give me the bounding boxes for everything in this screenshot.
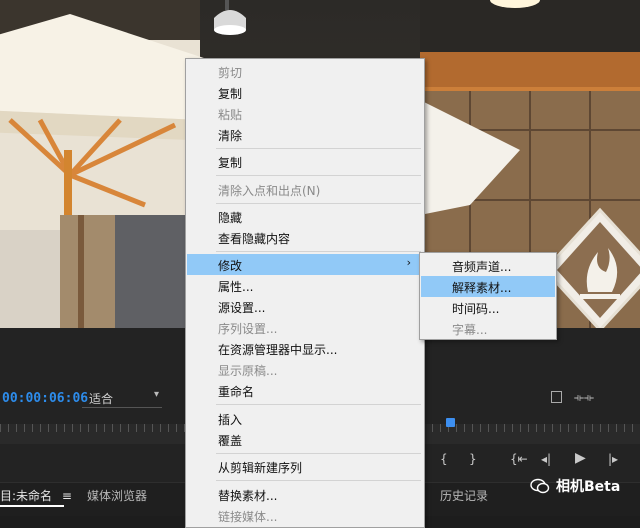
menu-item-rename[interactable]: 重命名	[187, 380, 423, 401]
menu-item-clear-in-out[interactable]: 清除入点和出点(N)	[187, 179, 423, 200]
fit-zoom-select[interactable]: 适合 ▾	[82, 389, 162, 408]
step-forward-icon[interactable]: |▸	[608, 452, 618, 466]
menu-item-clear[interactable]: 清除	[187, 124, 423, 145]
menu-separator	[216, 453, 421, 454]
playhead-marker[interactable]	[446, 418, 455, 427]
menu-item-overwrite[interactable]: 覆盖	[187, 429, 423, 450]
chevron-right-icon: ›	[406, 256, 411, 269]
menu-item-cut[interactable]: 剪切	[187, 61, 423, 82]
playhead-timecode[interactable]: 00:00:06:06	[2, 391, 88, 406]
active-tab-indicator	[0, 505, 64, 507]
menu-item-replace-footage[interactable]: 替换素材...	[187, 484, 423, 505]
menu-item-modify[interactable]: 修改 ›	[187, 254, 423, 275]
menu-item-new-sequence-from-clip[interactable]: 从剪辑新建序列	[187, 456, 423, 477]
menu-item-insert[interactable]: 插入	[187, 408, 423, 429]
step-back-icon[interactable]: ◂|	[541, 452, 551, 466]
menu-item-link-media[interactable]: 链接媒体...	[187, 505, 423, 526]
fit-zoom-value: 适合	[89, 392, 114, 406]
tab-history[interactable]: 历史记录	[440, 487, 488, 504]
film-icon[interactable]	[551, 391, 562, 403]
menu-item-copy[interactable]: 复制	[187, 82, 423, 103]
submenu-item-interpret-footage[interactable]: 解释素材...	[421, 276, 555, 297]
menu-item-properties[interactable]: 属性...	[187, 275, 423, 296]
submenu-item-captions[interactable]: 字幕...	[421, 318, 555, 339]
mark-out-icon[interactable]: }	[469, 452, 477, 466]
menu-item-duplicate[interactable]: 复制	[187, 151, 423, 172]
menu-item-reveal-original[interactable]: 显示原稿...	[187, 359, 423, 380]
menu-item-sequence-settings[interactable]: 序列设置...	[187, 317, 423, 338]
menu-item-paste[interactable]: 粘贴	[187, 103, 423, 124]
context-menu: 剪切 复制 粘贴 清除 复制 清除入点和出点(N) 隐藏 查看隐藏内容 修改 ›…	[185, 58, 425, 528]
menu-separator	[216, 175, 421, 176]
wechat-icon	[530, 478, 550, 494]
tab-media-browser[interactable]: 媒体浏览器	[87, 487, 147, 504]
modify-submenu: 音频声道... 解释素材... 时间码... 字幕...	[419, 252, 557, 340]
menu-item-view-hidden[interactable]: 查看隐藏内容	[187, 227, 423, 248]
menu-item-source-settings[interactable]: 源设置...	[187, 296, 423, 317]
tab-project-label: 目:未命名	[0, 489, 53, 503]
menu-separator	[216, 480, 421, 481]
submenu-item-audio-channels[interactable]: 音频声道...	[421, 255, 555, 276]
go-to-in-icon[interactable]: {⇤	[510, 452, 528, 466]
menu-lines-icon[interactable]: ≡	[62, 489, 72, 503]
mark-in-icon[interactable]: {	[440, 452, 448, 466]
menu-separator	[216, 148, 421, 149]
play-icon[interactable]: ▶	[575, 450, 586, 466]
menu-separator	[216, 404, 421, 405]
chevron-down-icon: ▾	[153, 389, 159, 400]
menu-separator	[216, 203, 421, 204]
tab-project[interactable]: 目:未命名 ≡	[0, 487, 72, 504]
menu-item-reveal-in-explorer[interactable]: 在资源管理器中显示...	[187, 338, 423, 359]
watermark: 相机Beta	[530, 476, 620, 496]
menu-item-hide[interactable]: 隐藏	[187, 206, 423, 227]
submenu-item-timecode[interactable]: 时间码...	[421, 297, 555, 318]
watermark-text: 相机Beta	[556, 479, 621, 495]
menu-separator	[216, 251, 421, 252]
audio-waveform-icon[interactable]: ⟛⟛	[574, 391, 594, 405]
